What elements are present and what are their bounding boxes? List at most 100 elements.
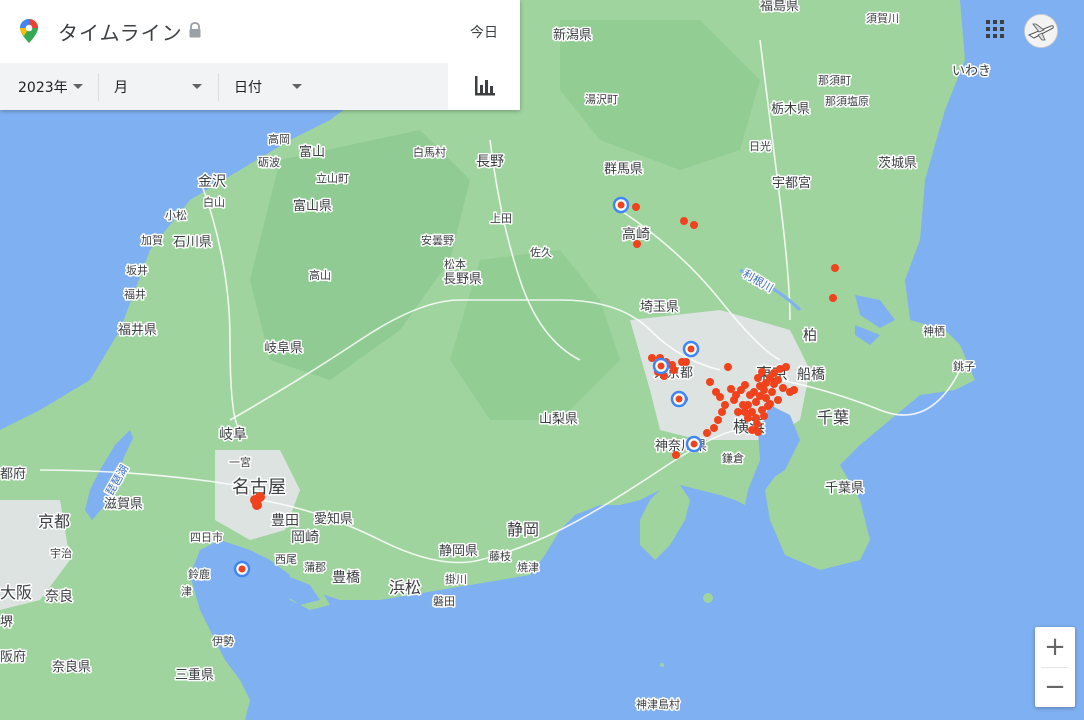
apps-grid-icon[interactable] <box>986 20 1004 38</box>
visit-dot[interactable] <box>779 384 787 392</box>
label-fukui-city: 福井 <box>124 287 146 301</box>
visit-dot[interactable] <box>754 428 762 436</box>
visit-dot[interactable] <box>760 412 768 420</box>
label-kaga: 加賀 <box>141 234 163 247</box>
label-kakegawa: 掛川 <box>445 572 467 586</box>
label-saitama: 埼玉県 <box>640 300 679 315</box>
label-ichinomiya: 一宮 <box>229 455 251 469</box>
label-okazaki: 岡崎 <box>291 530 319 546</box>
chevron-down-icon <box>73 84 83 89</box>
visit-dot[interactable] <box>255 492 265 502</box>
panel-header: タイムライン 今日 <box>0 0 520 63</box>
zoom-out-button[interactable]: − <box>1035 667 1075 707</box>
visit-dot[interactable] <box>744 414 752 422</box>
label-sakai-osaka: 堺 <box>0 615 13 630</box>
label-sukagawa: 須賀川 <box>866 12 899 25</box>
label-nasushiobara: 那須塩原 <box>825 94 869 108</box>
visit-dot[interactable] <box>721 401 729 409</box>
day-select[interactable]: 日付 <box>234 63 334 110</box>
visit-dot[interactable] <box>774 376 782 384</box>
visit-dot[interactable] <box>703 429 711 437</box>
visit-dot[interactable] <box>766 400 774 408</box>
visit-dot[interactable] <box>632 203 640 211</box>
label-tsu: 津 <box>181 585 192 598</box>
label-kashiwa: 柏 <box>803 328 817 344</box>
label-osaka: 大阪 <box>0 583 32 602</box>
visit-dot[interactable] <box>758 368 766 376</box>
visit-dot[interactable] <box>724 363 732 371</box>
visit-dot[interactable] <box>710 424 718 432</box>
visit-dot[interactable] <box>734 408 742 416</box>
label-aichi: 愛知県 <box>314 511 353 527</box>
label-ishikawa: 石川県 <box>173 235 212 250</box>
label-kamakura: 鎌倉 <box>722 451 744 465</box>
label-iwata: 磐田 <box>433 594 455 608</box>
date-filter-bar: 2023年 月 日付 <box>0 63 520 110</box>
visit-dot[interactable] <box>633 240 641 248</box>
visit-dot[interactable] <box>829 294 837 302</box>
label-hakusan: 白山 <box>203 195 225 209</box>
label-tochigi: 栃木県 <box>771 102 810 117</box>
avatar[interactable] <box>1024 14 1058 48</box>
visit-dot[interactable] <box>672 451 680 459</box>
month-select[interactable]: 月 <box>114 63 214 110</box>
place-marker[interactable] <box>670 390 688 408</box>
place-marker[interactable] <box>652 357 670 375</box>
label-funabashi: 船橋 <box>797 367 825 383</box>
visit-dot[interactable] <box>682 358 690 366</box>
visit-dot[interactable] <box>782 363 790 371</box>
zoom-in-button[interactable]: + <box>1035 627 1075 667</box>
visit-dot[interactable] <box>670 366 678 374</box>
label-ibaraki: 茨城県 <box>878 156 917 171</box>
visit-dot[interactable] <box>716 393 724 401</box>
label-nagano-pref: 長野県 <box>443 272 482 287</box>
visit-dot[interactable] <box>680 217 688 225</box>
label-suzuka: 鈴鹿 <box>188 567 210 581</box>
label-toyohashi: 豊橋 <box>332 570 360 586</box>
label-takaoka: 高岡 <box>268 132 290 146</box>
visit-dot[interactable] <box>714 416 722 424</box>
visit-dot[interactable] <box>768 388 776 396</box>
chevron-down-icon <box>192 84 202 89</box>
place-marker[interactable] <box>612 196 630 214</box>
label-choshi: 銚子 <box>953 359 975 373</box>
label-iwaki: いわき <box>952 64 991 79</box>
visit-dot[interactable] <box>706 378 714 386</box>
visit-dot[interactable] <box>790 386 798 394</box>
visit-dot[interactable] <box>756 382 764 390</box>
visit-dot[interactable] <box>718 408 726 416</box>
label-nasu-town: 那須町 <box>818 74 851 87</box>
visit-dot[interactable] <box>741 381 749 389</box>
label-osaka-pref: 阪府 <box>0 650 26 665</box>
visit-dot[interactable] <box>690 221 698 229</box>
visit-dot[interactable] <box>739 401 747 409</box>
label-toyama-city: 富山 <box>299 144 325 160</box>
label-nikko: 日光 <box>749 139 771 153</box>
label-niigata: 新潟県 <box>553 27 592 43</box>
year-select[interactable]: 2023年 <box>18 63 98 110</box>
label-saku: 佐久 <box>530 245 552 259</box>
label-kamisu: 神栖 <box>923 324 945 338</box>
stats-button[interactable] <box>448 63 520 110</box>
place-marker[interactable] <box>233 560 251 578</box>
label-ueda: 上田 <box>490 212 512 225</box>
visit-dot[interactable] <box>774 396 782 404</box>
label-fukui-pref: 福井県 <box>118 323 157 338</box>
label-chiba-city: 千葉 <box>817 408 849 427</box>
visit-dot[interactable] <box>730 396 738 404</box>
label-yuzawa: 湯沢町 <box>585 92 618 106</box>
visit-dot[interactable] <box>831 264 839 272</box>
bar-chart-icon <box>475 76 495 96</box>
today-button[interactable]: 今日 <box>470 22 498 42</box>
visit-dot[interactable] <box>750 388 758 396</box>
label-nara-pref: 奈良県 <box>52 659 91 675</box>
label-fujieda: 藤枝 <box>489 549 511 563</box>
place-marker[interactable] <box>682 340 700 358</box>
month-select-value: 月 <box>114 79 128 96</box>
place-marker[interactable] <box>685 435 703 453</box>
google-maps-pin-icon <box>20 19 38 43</box>
label-nara: 奈良 <box>45 589 73 605</box>
label-gunma: 群馬県 <box>604 162 643 177</box>
label-ise: 伊勢 <box>212 634 234 648</box>
label-yaizu: 焼津 <box>517 561 539 574</box>
